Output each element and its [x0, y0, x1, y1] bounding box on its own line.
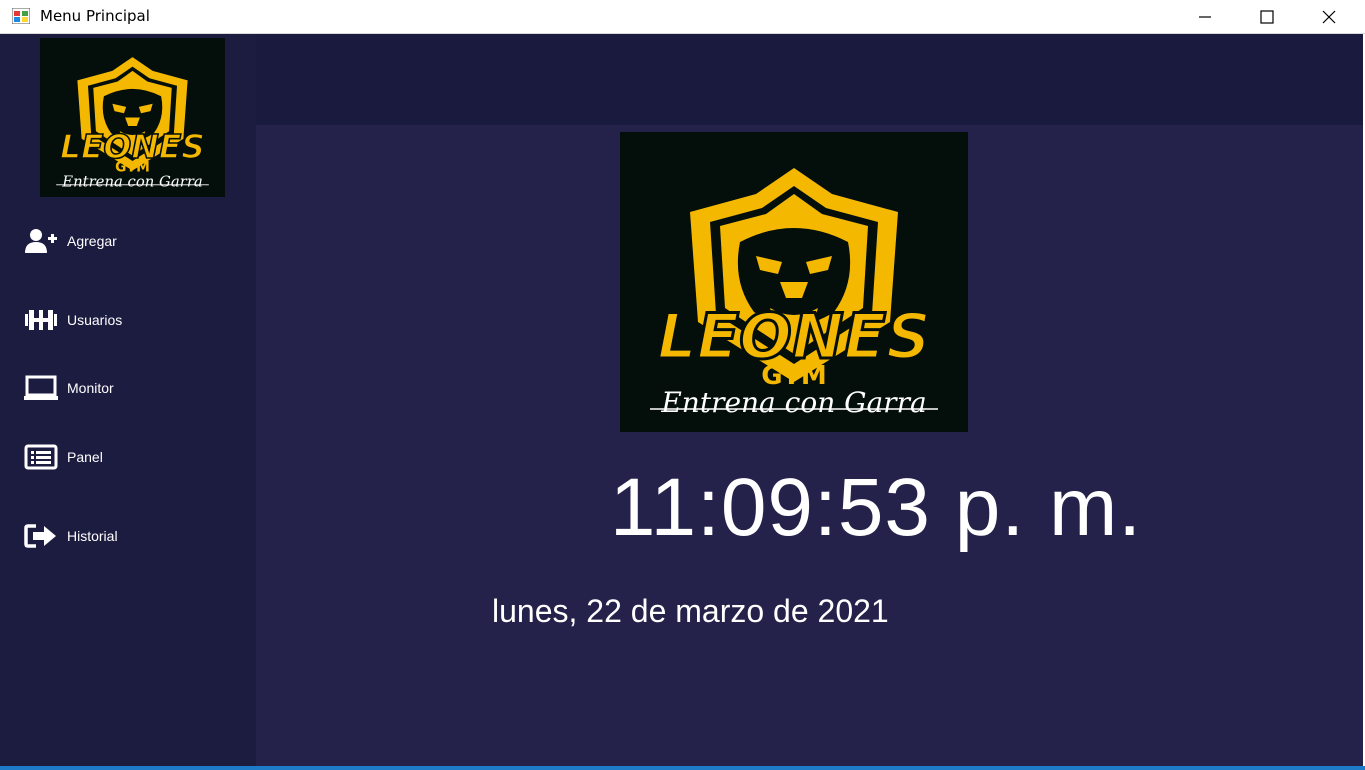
clock-time: 11:09:53 p. m. — [609, 462, 1143, 553]
sidebar-item-label: Panel — [67, 449, 103, 465]
minimize-icon — [1199, 15, 1211, 18]
main-panel: LEONES GYM Entrena con Garra 11:09:53 p.… — [256, 125, 1363, 768]
sidebar-item-label: Monitor — [67, 380, 114, 396]
sidebar-item-usuarios[interactable]: Usuarios — [0, 300, 256, 340]
clock-display: 11:09:53 p. m. — [256, 467, 1326, 549]
sidebar: LEONES GYM Entrena con Garra Agregar Usu… — [0, 34, 256, 768]
close-button[interactable] — [1298, 0, 1360, 33]
window-title: Menu Principal — [40, 7, 150, 25]
leones-gym-logo: LEONES GYM Entrena con Garra — [56, 57, 209, 190]
sidebar-item-label: Usuarios — [67, 312, 123, 328]
logo-tagline: Entrena con Garra — [660, 386, 926, 419]
minimize-button[interactable] — [1174, 0, 1236, 33]
list-icon — [24, 443, 58, 471]
laptop-icon — [24, 374, 58, 402]
title-bar[interactable]: Menu Principal — [0, 0, 1365, 34]
sidebar-item-label: Historial — [67, 528, 118, 544]
header-bar — [256, 34, 1363, 125]
maximize-icon — [1260, 9, 1274, 24]
app-icon — [12, 8, 30, 24]
window-bottom-border — [0, 766, 1365, 770]
main-window: Menu Principal LEONES GYM Entrena con Ga… — [0, 0, 1365, 770]
user-plus-icon — [24, 227, 58, 255]
leones-gym-logo-large: LEONES GYM Entrena con Garra — [650, 168, 938, 419]
sidebar-item-agregar[interactable]: Agregar — [0, 221, 256, 261]
date-display: lunes, 22 de marzo de 2021 — [492, 593, 889, 629]
sidebar-logo: LEONES GYM Entrena con Garra — [40, 38, 225, 197]
main-logo: LEONES GYM Entrena con Garra — [620, 132, 968, 432]
sidebar-item-historial[interactable]: Historial — [0, 516, 256, 556]
sidebar-item-label: Agregar — [67, 233, 117, 249]
close-icon — [1322, 10, 1336, 23]
sidebar-item-monitor[interactable]: Monitor — [0, 368, 256, 408]
maximize-button[interactable] — [1236, 0, 1298, 33]
dumbbell-icon — [24, 306, 58, 334]
sidebar-item-panel[interactable]: Panel — [0, 437, 256, 477]
sign-out-icon — [24, 522, 58, 550]
logo-tagline: Entrena con Garra — [61, 173, 203, 190]
